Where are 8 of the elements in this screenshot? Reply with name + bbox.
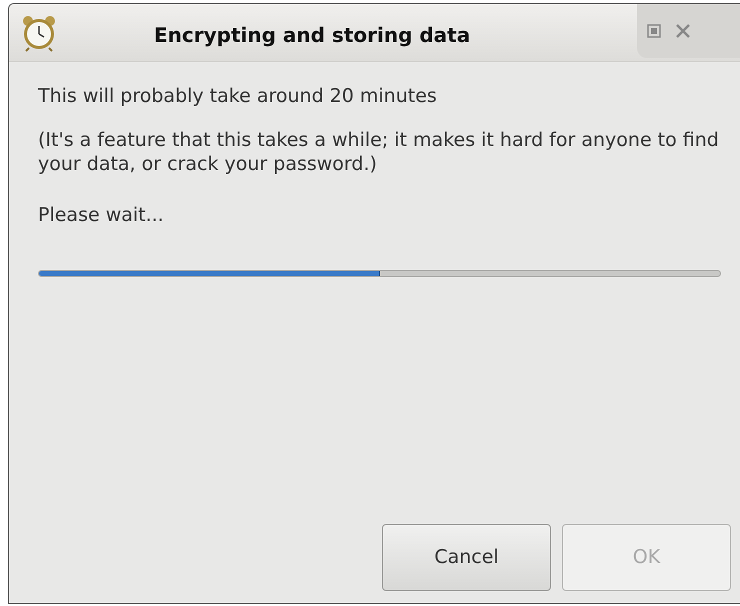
- alarm-clock-icon: [21, 14, 57, 52]
- status-text: Please wait...: [38, 203, 165, 227]
- cancel-button[interactable]: Cancel: [382, 524, 551, 591]
- window-title: Encrypting and storing data: [154, 22, 470, 49]
- explanation-text: (It's a feature that this takes a while; it makes it hard for anyone to find your data, or crack your password.): [38, 128, 720, 176]
- message-text: This will probably take around 20 minutes: [38, 84, 438, 108]
- close-icon[interactable]: [675, 23, 691, 39]
- maximize-icon[interactable]: [647, 24, 661, 38]
